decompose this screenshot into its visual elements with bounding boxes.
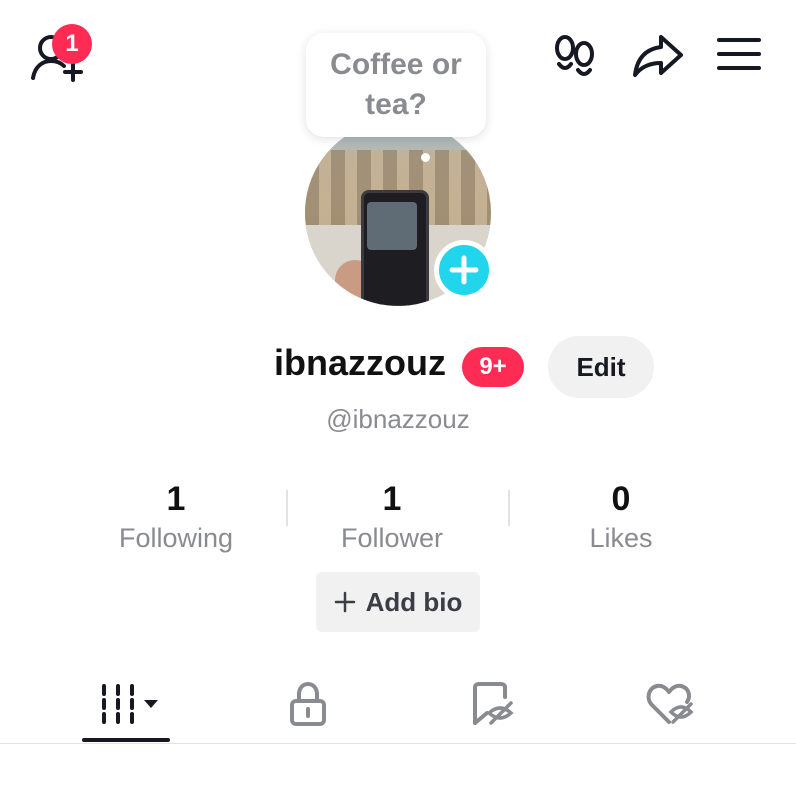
share-arrow-icon [633, 35, 683, 77]
menu-button[interactable] [714, 32, 764, 76]
username-badge[interactable]: 9+ [462, 347, 524, 387]
add-story-button[interactable] [434, 240, 494, 300]
edit-profile-button[interactable]: Edit [548, 336, 654, 398]
stat-followers[interactable]: 1 Follower [292, 478, 492, 556]
heart-hidden-icon [646, 683, 694, 724]
lock-icon [290, 681, 326, 726]
tab-private[interactable] [248, 668, 368, 740]
selected-tab-indicator [82, 738, 170, 742]
avatar-photo-face [367, 202, 417, 250]
stat-followers-value: 1 [382, 480, 402, 518]
username: ibnazzouz [274, 342, 446, 383]
tab-liked[interactable] [610, 668, 730, 740]
share-button[interactable] [630, 30, 686, 80]
add-bio-button[interactable]: Add bio [316, 572, 480, 632]
stat-likes-label: Likes [589, 523, 653, 553]
add-bio-label: Add bio [365, 586, 463, 617]
tabs-bottom-border [0, 743, 796, 744]
stat-following-label: Following [118, 523, 234, 553]
stat-following-value: 1 [166, 480, 186, 518]
note-bubble-tail [421, 153, 430, 162]
stat-followers-label: Follower [340, 523, 444, 553]
videos-grid-icon [102, 684, 158, 724]
stats-divider [508, 490, 510, 526]
user-handle: @ibnazzouz [326, 404, 470, 434]
bookmark-hidden-icon [473, 682, 514, 725]
note-bubble[interactable]: Coffee or tea? [306, 33, 486, 137]
note-bubble-text: Coffee or tea? [330, 48, 462, 121]
notification-badge: 1 [52, 24, 92, 64]
stat-following[interactable]: 1 Following [76, 478, 276, 556]
plus-icon [334, 591, 355, 613]
tab-favorites[interactable] [432, 668, 552, 740]
stat-likes[interactable]: 0 Likes [521, 478, 721, 556]
tab-videos[interactable] [70, 668, 190, 740]
plus-icon [449, 255, 479, 285]
hamburger-menu-icon [717, 38, 761, 70]
footprints-icon [555, 35, 594, 76]
stats-divider [286, 490, 288, 526]
stat-likes-value: 0 [611, 480, 631, 518]
profile-views-button[interactable] [550, 32, 600, 82]
